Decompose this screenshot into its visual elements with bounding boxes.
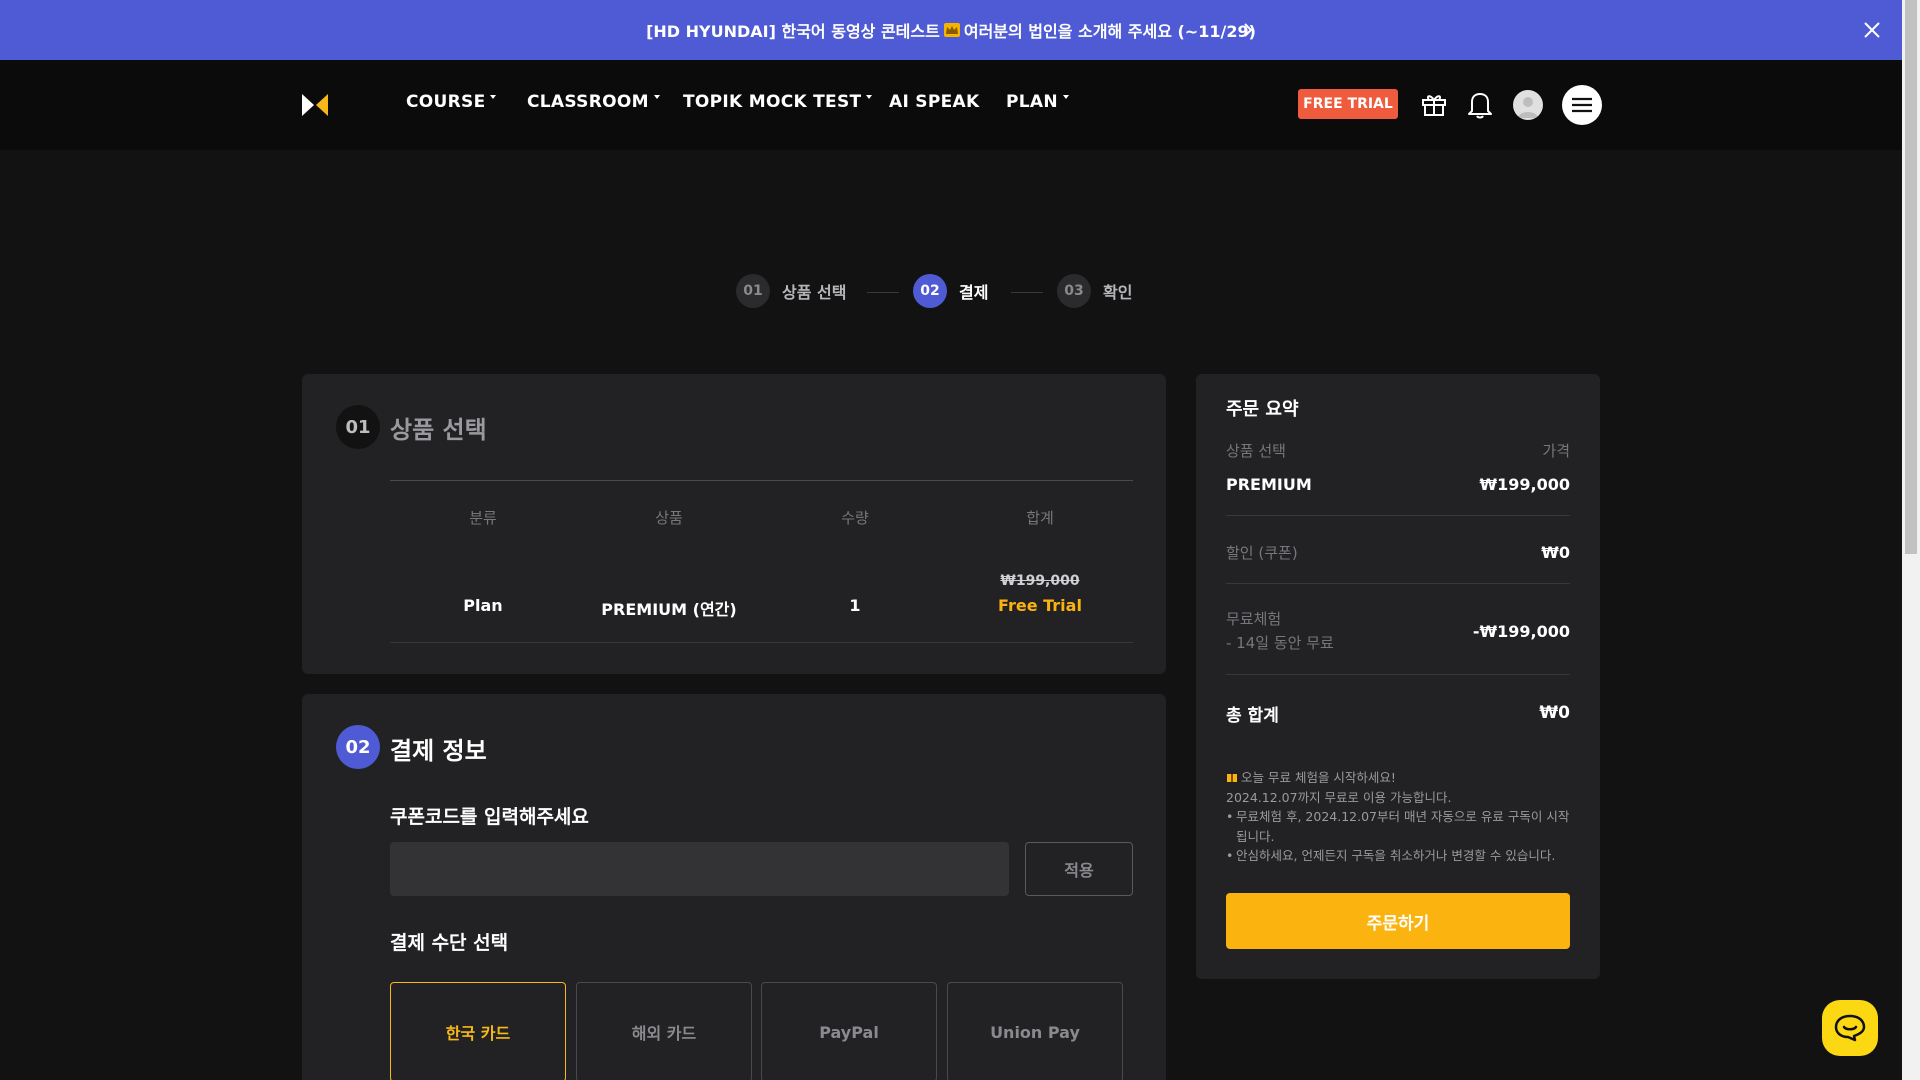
chevron-right-icon[interactable] xyxy=(1238,18,1258,42)
chat-icon xyxy=(1834,1014,1866,1042)
column-header-quantity: 수량 xyxy=(841,509,869,527)
banner-text-start[interactable]: [HD HYUNDAI] 한국어 동영상 콘테스트 xyxy=(646,18,940,42)
notice-bullet: 안심하세요, 언제든지 구독을 취소하거나 변경할 수 있습니다. xyxy=(1226,846,1570,866)
nav-classroom-label: CLASSROOM xyxy=(527,92,649,112)
section-title: 결제 정보 xyxy=(390,737,487,765)
notice-headline: 오늘 무료 체험을 시작하세요! xyxy=(1241,770,1396,785)
summary-discount-row: 할인 (쿠폰) ₩0 xyxy=(1226,541,1570,563)
coupon-input[interactable] xyxy=(390,842,1009,896)
divider xyxy=(1226,583,1570,584)
nav-ai-speak-label: AI SPEAK xyxy=(889,92,980,112)
close-icon[interactable] xyxy=(1860,18,1884,42)
payment-method-label: 결제 수단 선택 xyxy=(390,932,509,954)
summary-col-product: 상품 선택 xyxy=(1226,441,1286,460)
summary-total-value: ₩0 xyxy=(1539,703,1570,723)
table-bottom-border xyxy=(390,642,1133,643)
caret-down-icon xyxy=(653,95,660,99)
summary-trial-value: -₩199,000 xyxy=(1472,621,1570,641)
summary-trial-row: 무료체험 - 14일 동안 무료 -₩199,000 xyxy=(1226,607,1570,655)
place-order-button[interactable]: 주문하기 xyxy=(1226,893,1570,949)
step-label: 상품 선택 xyxy=(782,283,847,302)
summary-discount-value: ₩0 xyxy=(1541,542,1570,562)
step-connector xyxy=(867,292,899,293)
cell-original-price: ₩199,000 xyxy=(1000,573,1080,589)
table-top-border xyxy=(390,480,1133,481)
step-number: 03 xyxy=(1057,274,1091,308)
crown-icon xyxy=(943,23,960,37)
scrollbar-thumb[interactable] xyxy=(1905,0,1917,554)
bell-icon[interactable] xyxy=(1466,89,1494,119)
promo-banner[interactable]: [HD HYUNDAI] 한국어 동영상 콘테스트 여러분의 법인을 소개해 주… xyxy=(0,0,1902,60)
step-2: 02 결제 xyxy=(913,273,988,309)
column-header-product: 상품 xyxy=(655,509,683,527)
summary-product-row: PREMIUM ₩199,000 xyxy=(1226,473,1570,495)
payment-option-overseas-card[interactable]: 해외 카드 xyxy=(576,982,752,1080)
nav-topik-mock-test[interactable]: TOPIK MOCK TEST xyxy=(683,92,873,112)
step-3: 03 확인 xyxy=(1057,273,1132,309)
nav-classroom[interactable]: CLASSROOM xyxy=(527,92,660,112)
user-icon xyxy=(1518,97,1538,118)
cell-product: PREMIUM (연간) xyxy=(601,600,737,619)
apply-coupon-button[interactable]: 적용 xyxy=(1025,842,1133,896)
trial-label-line1: 무료체험 xyxy=(1226,610,1282,628)
summary-header-row: 상품 선택 가격 xyxy=(1226,439,1570,461)
caret-down-icon xyxy=(866,95,873,99)
top-navigation: COURSE CLASSROOM TOPIK MOCK TEST AI SPEA… xyxy=(0,60,1902,150)
trial-label-line2: - 14일 동안 무료 xyxy=(1226,634,1334,652)
summary-discount-label: 할인 (쿠폰) xyxy=(1226,543,1298,562)
payment-option-korean-card[interactable]: 한국 카드 xyxy=(390,982,566,1080)
cell-category: Plan xyxy=(463,596,503,615)
nav-plan-label: PLAN xyxy=(1006,92,1058,112)
free-trial-button[interactable]: FREE TRIAL xyxy=(1298,89,1398,119)
nav-plan[interactable]: PLAN xyxy=(1006,92,1069,112)
summary-product-name: PREMIUM xyxy=(1226,474,1312,494)
notice-headline-row: 오늘 무료 체험을 시작하세요! xyxy=(1226,768,1570,788)
trial-notice: 오늘 무료 체험을 시작하세요! 2024.12.07까지 무료로 이용 가능합… xyxy=(1226,768,1570,866)
banner-text-end[interactable]: 여러분의 법인을 소개해 주세요 (~11/29) xyxy=(964,18,1256,42)
notice-line: 2024.12.07까지 무료로 이용 가능합니다. xyxy=(1226,789,1452,805)
summary-trial-label: 무료체험 - 14일 동안 무료 xyxy=(1226,607,1334,655)
divider xyxy=(1226,515,1570,516)
summary-product-price: ₩199,000 xyxy=(1479,474,1570,494)
summary-total-label: 총 합계 xyxy=(1226,705,1279,726)
gift-icon xyxy=(1227,774,1237,782)
hamburger-icon xyxy=(1572,97,1592,113)
column-header-category: 분류 xyxy=(469,509,497,527)
step-1: 01 상품 선택 xyxy=(736,273,846,309)
nav-topik-label: TOPIK MOCK TEST xyxy=(683,92,862,112)
nav-course-label: COURSE xyxy=(406,92,486,112)
nav-course[interactable]: COURSE xyxy=(406,92,497,112)
gift-icon[interactable] xyxy=(1420,90,1448,118)
payment-option-union-pay[interactable]: Union Pay xyxy=(947,982,1123,1080)
section-title: 상품 선택 xyxy=(390,416,487,444)
hamburger-menu-button[interactable] xyxy=(1562,85,1602,125)
cell-quantity: 1 xyxy=(849,596,861,615)
divider xyxy=(1226,674,1570,675)
caret-down-icon xyxy=(1062,95,1069,99)
section-number: 01 xyxy=(336,405,380,449)
step-label: 확인 xyxy=(1103,283,1133,302)
coupon-label: 쿠폰코드를 입력해주세요 xyxy=(390,806,589,828)
section-number: 02 xyxy=(336,725,380,769)
nav-ai-speak[interactable]: AI SPEAK xyxy=(889,92,979,112)
summary-col-price: 가격 xyxy=(1542,441,1570,460)
step-label: 결제 xyxy=(959,283,989,302)
column-header-total: 합계 xyxy=(1026,509,1054,527)
notice-bullet: 무료체험 후, 2024.12.07부터 매년 자동으로 유료 구독이 시작됩니… xyxy=(1226,807,1570,846)
caret-down-icon xyxy=(490,95,497,99)
order-summary xyxy=(1196,374,1600,979)
logo-icon[interactable] xyxy=(302,94,328,116)
avatar[interactable] xyxy=(1513,90,1543,120)
summary-title: 주문 요약 xyxy=(1226,399,1299,420)
step-number: 01 xyxy=(736,274,770,308)
step-connector xyxy=(1011,292,1043,293)
cell-free-trial: Free Trial xyxy=(998,596,1082,615)
chat-button[interactable] xyxy=(1822,1000,1878,1056)
payment-option-paypal[interactable]: PayPal xyxy=(761,982,937,1080)
summary-total-row: 총 합계 ₩0 xyxy=(1226,701,1570,726)
step-number: 02 xyxy=(913,274,947,308)
